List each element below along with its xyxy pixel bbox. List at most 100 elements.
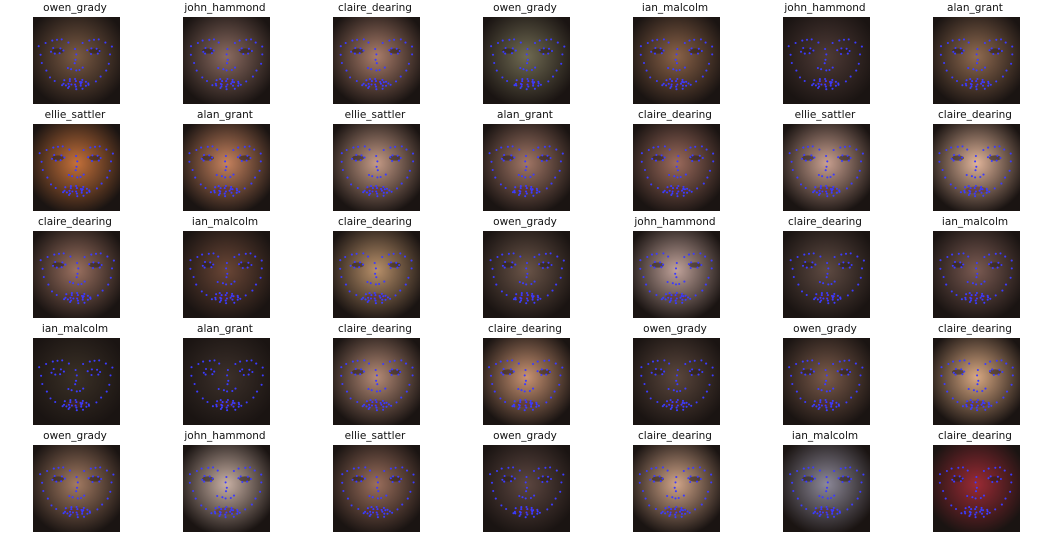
landmark-point — [364, 466, 367, 469]
landmark-point — [209, 191, 212, 194]
face-tile-label: ellie_sattler — [344, 430, 406, 442]
landmark-point — [1009, 490, 1012, 493]
landmark-point — [848, 266, 851, 269]
landmark-point — [82, 185, 85, 188]
landmark-point — [500, 146, 503, 149]
landmark-point — [61, 359, 64, 362]
landmark-point — [540, 373, 543, 377]
landmark-point — [339, 259, 342, 262]
landmark-point — [988, 370, 992, 373]
landmark-point — [220, 406, 223, 409]
landmark-point — [980, 185, 983, 188]
landmark-point — [383, 66, 386, 69]
landmark-point — [232, 494, 236, 497]
landmark-point — [529, 399, 532, 402]
landmark-point — [81, 66, 84, 69]
landmark-point — [543, 145, 546, 148]
landmark-point — [825, 187, 828, 190]
landmark-point — [830, 508, 833, 511]
landmark-point — [226, 272, 229, 275]
landmark-point — [204, 507, 208, 511]
landmark-point — [829, 175, 832, 179]
landmark-point — [818, 469, 821, 472]
landmark-point — [519, 187, 522, 190]
landmark-point — [834, 80, 837, 83]
landmark-point — [825, 505, 828, 509]
landmark-point — [75, 401, 78, 404]
landmark-point — [812, 370, 815, 373]
landmark-point — [974, 516, 977, 519]
landmark-point — [510, 266, 513, 269]
landmark-point — [214, 82, 217, 85]
landmark-point — [944, 497, 947, 500]
landmark-point — [792, 489, 795, 493]
landmark-point — [681, 401, 684, 404]
landmark-point — [350, 50, 353, 53]
landmark-point — [500, 157, 503, 160]
landmark-point — [65, 191, 68, 194]
landmark-point — [674, 516, 677, 519]
landmark-point — [971, 401, 974, 404]
face-image — [183, 17, 270, 104]
landmark-point — [639, 259, 642, 262]
landmark-point — [356, 400, 359, 404]
landmark-point — [974, 497, 977, 500]
landmark-point — [831, 408, 835, 411]
landmark-point — [75, 69, 78, 72]
landmark-point — [680, 506, 683, 509]
landmark-point — [526, 77, 529, 81]
landmark-point — [967, 66, 970, 70]
landmark-point — [969, 513, 972, 516]
landmark-point — [224, 184, 227, 188]
landmark-point — [386, 508, 389, 511]
landmark-point — [518, 469, 521, 472]
landmark-point — [953, 260, 957, 264]
landmark-point — [383, 512, 386, 515]
face-tile: owen_grady — [450, 0, 600, 107]
landmark-point — [78, 68, 81, 72]
landmark-point — [109, 374, 112, 377]
face-image — [333, 338, 420, 425]
landmark-point — [356, 186, 359, 190]
landmark-point — [981, 80, 984, 83]
landmark-point — [37, 45, 40, 48]
landmark-point — [254, 41, 257, 44]
landmark-point — [825, 165, 828, 168]
landmark-point — [220, 294, 223, 297]
landmark-point — [550, 182, 553, 185]
landmark-point — [384, 84, 388, 87]
landmark-point — [993, 145, 996, 148]
landmark-point — [200, 146, 203, 149]
landmark-point — [220, 85, 223, 88]
landmark-point — [188, 481, 191, 484]
landmark-point — [80, 282, 83, 286]
landmark-point — [806, 145, 810, 148]
landmark-point — [81, 399, 84, 402]
face-photo — [933, 231, 1020, 318]
landmark-point — [551, 75, 555, 78]
landmark-point — [675, 53, 678, 56]
landmark-point — [524, 176, 527, 179]
landmark-point — [825, 69, 828, 72]
landmark-point — [531, 296, 534, 299]
landmark-point — [247, 261, 250, 264]
face-tile: claire_dearing — [600, 428, 750, 535]
landmark-point — [109, 276, 112, 279]
landmark-point — [856, 497, 859, 500]
landmark-point — [396, 266, 399, 269]
landmark-point — [246, 266, 249, 269]
landmark-point — [524, 169, 527, 172]
landmark-point — [355, 79, 358, 83]
landmark-point — [493, 390, 496, 393]
landmark-point — [193, 61, 196, 65]
landmark-point — [701, 75, 704, 78]
landmark-point — [998, 466, 1002, 469]
face-photo — [183, 17, 270, 104]
landmark-point — [689, 297, 692, 300]
landmark-point — [536, 298, 539, 301]
face-tile-label: ian_malcolm — [191, 216, 259, 228]
landmark-point — [381, 255, 384, 259]
landmark-point — [946, 390, 949, 393]
landmark-point — [670, 85, 673, 88]
landmark-point — [791, 168, 794, 172]
